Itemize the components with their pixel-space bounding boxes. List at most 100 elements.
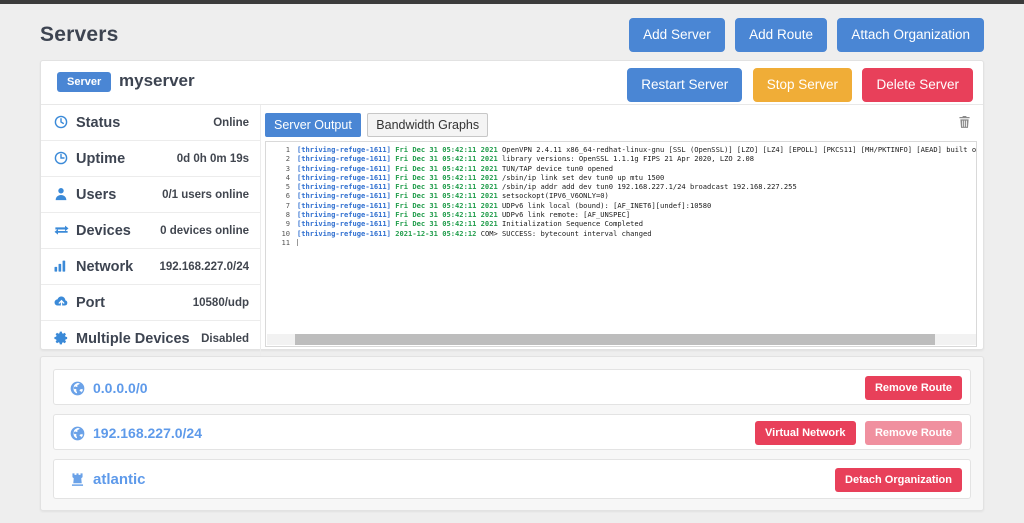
terminal-line: 11 [266,237,976,247]
terminal-horizontal-scrollbar[interactable] [267,334,976,345]
line-number: 5 [285,182,290,192]
server-actions: Restart Server Stop Server Delete Server [627,68,973,102]
status-label-users: Users [54,177,116,213]
line-host: [thriving-refuge-1611] [297,145,391,154]
line-date: Fri Dec 31 05:42:11 2021 [395,219,498,229]
line-date: Fri Dec 31 05:42:11 2021 [395,172,498,182]
server-header-bar: Server myserver Restart Server Stop Serv… [41,61,983,105]
status-label-devices: Devices [54,213,131,249]
detach-organization-button[interactable]: Detach Organization [835,468,962,492]
route-label: 192.168.227.0/24 [70,415,202,451]
line-date: Fri Dec 31 05:42:11 2021 [395,191,498,201]
line-number: 11 [281,237,290,247]
line-date: Fri Dec 31 05:42:11 2021 [395,145,498,154]
line-host: [thriving-refuge-1611] [297,210,391,220]
status-label-status: Status [54,105,120,141]
routes-and-org-card: 0.0.0.0/0 Remove Route 192.168.227.0/24 … [40,356,984,511]
status-value-uptime: 0d 0h 0m 19s [176,153,249,165]
scrollbar-thumb[interactable] [295,334,935,345]
line-date: Fri Dec 31 05:42:11 2021 [395,182,498,192]
server-type-badge: Server [57,72,112,92]
line-host: [thriving-refuge-1611] [297,191,391,201]
server-output-panel: Server Output Bandwidth Graphs 1 [thrivin… [265,113,977,347]
terminal-line: 3 [thriving-refuge-1611] Fri Dec 31 05:42… [266,163,976,173]
terminal-line: 9 [thriving-refuge-1611] Fri Dec 31 05:42… [266,219,976,229]
terminal-lines: 1 [thriving-refuge-1611] Fri Dec 31 05:42… [266,145,977,331]
route-row: 192.168.227.0/24 Virtual Network Remove … [53,414,971,450]
tab-bandwidth-graphs[interactable]: Bandwidth Graphs [367,113,489,138]
line-message: /sbin/ip link set dev tun0 up mtu 1500 [502,172,665,182]
status-clock-icon [54,115,71,129]
add-server-button[interactable]: Add Server [629,18,725,52]
page-root: Servers Add Server Add Route Attach Orga… [0,4,1024,523]
attach-organization-button[interactable]: Attach Organization [837,18,984,52]
status-value-multiple-devices: Disabled [201,333,249,345]
output-tabs: Server Output Bandwidth Graphs [265,113,977,138]
terminal-line: 5 [thriving-refuge-1611] Fri Dec 31 05:42… [266,182,976,192]
virtual-network-tag: Virtual Network [755,421,856,445]
line-message: UDPv6 link remote: [AF_UNSPEC] [502,210,631,220]
terminal-line: 4 [thriving-refuge-1611] Fri Dec 31 05:42… [266,172,976,182]
tab-server-output[interactable]: Server Output [265,113,361,138]
status-row-status: Status Online [41,105,261,141]
server-name: myserver [119,71,195,90]
devices-exchange-icon [54,223,71,237]
port-upload-icon [54,295,71,309]
route-row: 0.0.0.0/0 Remove Route [53,369,971,405]
line-number: 7 [285,200,290,210]
line-number: 1 [285,145,290,154]
line-message: library versions: OpenSSL 1.1.1g FIPS 21… [502,154,755,164]
organization-label: atlantic [70,460,146,500]
devices-label-text: Devices [76,223,131,239]
header-actions: Add Server Add Route Attach Organization [629,18,984,52]
terminal-caret [297,238,298,246]
status-value-devices: 0 devices online [160,225,249,237]
server-output-terminal[interactable]: 1 [thriving-refuge-1611] Fri Dec 31 05:42… [265,141,977,347]
line-number: 6 [285,191,290,201]
network-signal-icon [54,259,71,273]
line-host: [thriving-refuge-1611] [297,200,391,210]
delete-server-button[interactable]: Delete Server [862,68,973,102]
status-row-devices: Devices 0 devices online [41,213,261,249]
terminal-line: 8 [thriving-refuge-1611] Fri Dec 31 05:42… [266,210,976,220]
status-row-multiple-devices: Multiple Devices Disabled [41,321,261,357]
stop-server-button[interactable]: Stop Server [752,68,852,102]
line-number: 4 [285,172,290,182]
remove-route-button-disabled[interactable]: Remove Route [864,421,962,445]
status-row-network: Network 192.168.227.0/24 [41,249,261,285]
line-host: [thriving-refuge-1611] [297,163,391,173]
line-host: [thriving-refuge-1611] [297,228,391,238]
remove-route-button[interactable]: Remove Route [864,376,962,400]
line-host: [thriving-refuge-1611] [297,154,391,164]
restart-server-button[interactable]: Restart Server [627,68,743,102]
organization-row: atlantic Detach Organization [53,459,971,499]
trash-icon[interactable] [957,114,975,134]
line-message: /sbin/ip addr add dev tun0 192.168.227.1… [502,182,797,192]
page-title: Servers [40,23,119,46]
globe-icon [70,373,86,396]
route-actions: Remove Route [864,376,962,400]
line-date: Fri Dec 31 05:42:11 2021 [395,200,498,210]
server-card: Server myserver Restart Server Stop Serv… [40,60,984,357]
status-label-multiple-devices: Multiple Devices [54,321,190,357]
terminal-line: 7 [thriving-refuge-1611] Fri Dec 31 05:42… [266,200,976,210]
status-label-port: Port [54,285,105,321]
status-row-uptime: Uptime 0d 0h 0m 19s [41,141,261,177]
line-host: [thriving-refuge-1611] [297,172,391,182]
status-row-port: Port 10580/udp [41,285,261,321]
organization-actions: Detach Organization [835,468,962,492]
port-label-text: Port [76,295,105,311]
terminal-line: 6 [thriving-refuge-1611] Fri Dec 31 05:42… [266,191,976,201]
line-number: 10 [281,228,290,238]
line-message: OpenVPN 2.4.11 x86_64-redhat-linux-gnu [… [502,145,977,154]
line-message: UDPv6 link local (bound): [AF_INET6][und… [502,200,712,210]
status-row-users: Users 0/1 users online [41,177,261,213]
organization-label-text: atlantic [93,471,146,488]
line-number: 8 [285,210,290,220]
add-route-button[interactable]: Add Route [735,18,827,52]
status-label-network: Network [54,249,133,285]
terminal-line: 1 [thriving-refuge-1611] Fri Dec 31 05:42… [266,145,977,154]
terminal-line: 10 [thriving-refuge-1611] 2021-12-31 05:4… [266,228,976,238]
network-label-text: Network [76,259,134,275]
line-message: Initialization Sequence Completed [502,219,643,229]
